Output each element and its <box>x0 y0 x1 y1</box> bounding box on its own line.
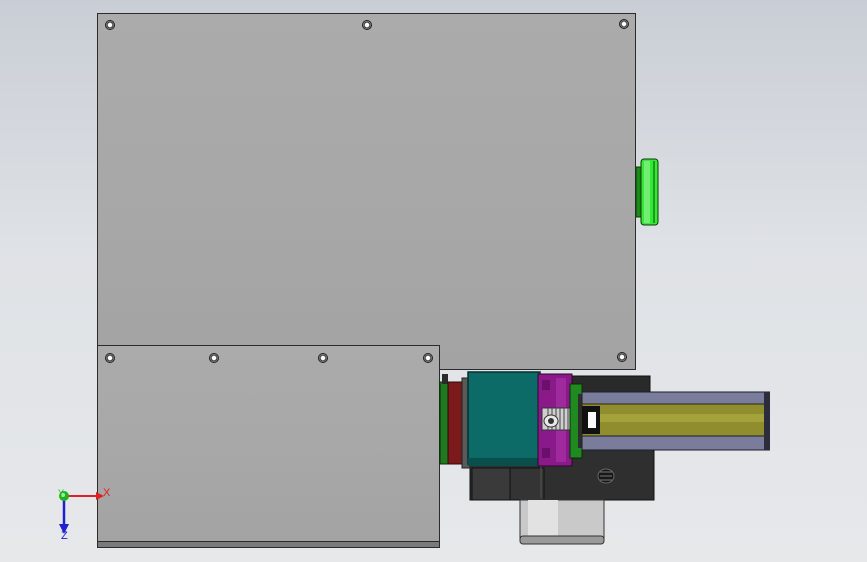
lower-plate-edge <box>97 541 440 548</box>
upper-plate <box>97 13 636 370</box>
lower-plate <box>97 345 440 544</box>
actuator-assembly <box>438 368 771 548</box>
screw-icon <box>209 353 219 363</box>
green-knob <box>635 157 660 227</box>
z-axis-label: Z <box>61 530 68 542</box>
screw-icon <box>617 352 627 362</box>
screw-icon <box>619 19 629 29</box>
screw-icon <box>362 20 372 30</box>
screw-icon <box>318 353 328 363</box>
screw-icon <box>105 353 115 363</box>
x-axis-label: X <box>103 487 111 499</box>
screw-icon <box>423 353 433 363</box>
screw-icon <box>105 20 115 30</box>
y-axis-label: Y <box>58 488 65 498</box>
